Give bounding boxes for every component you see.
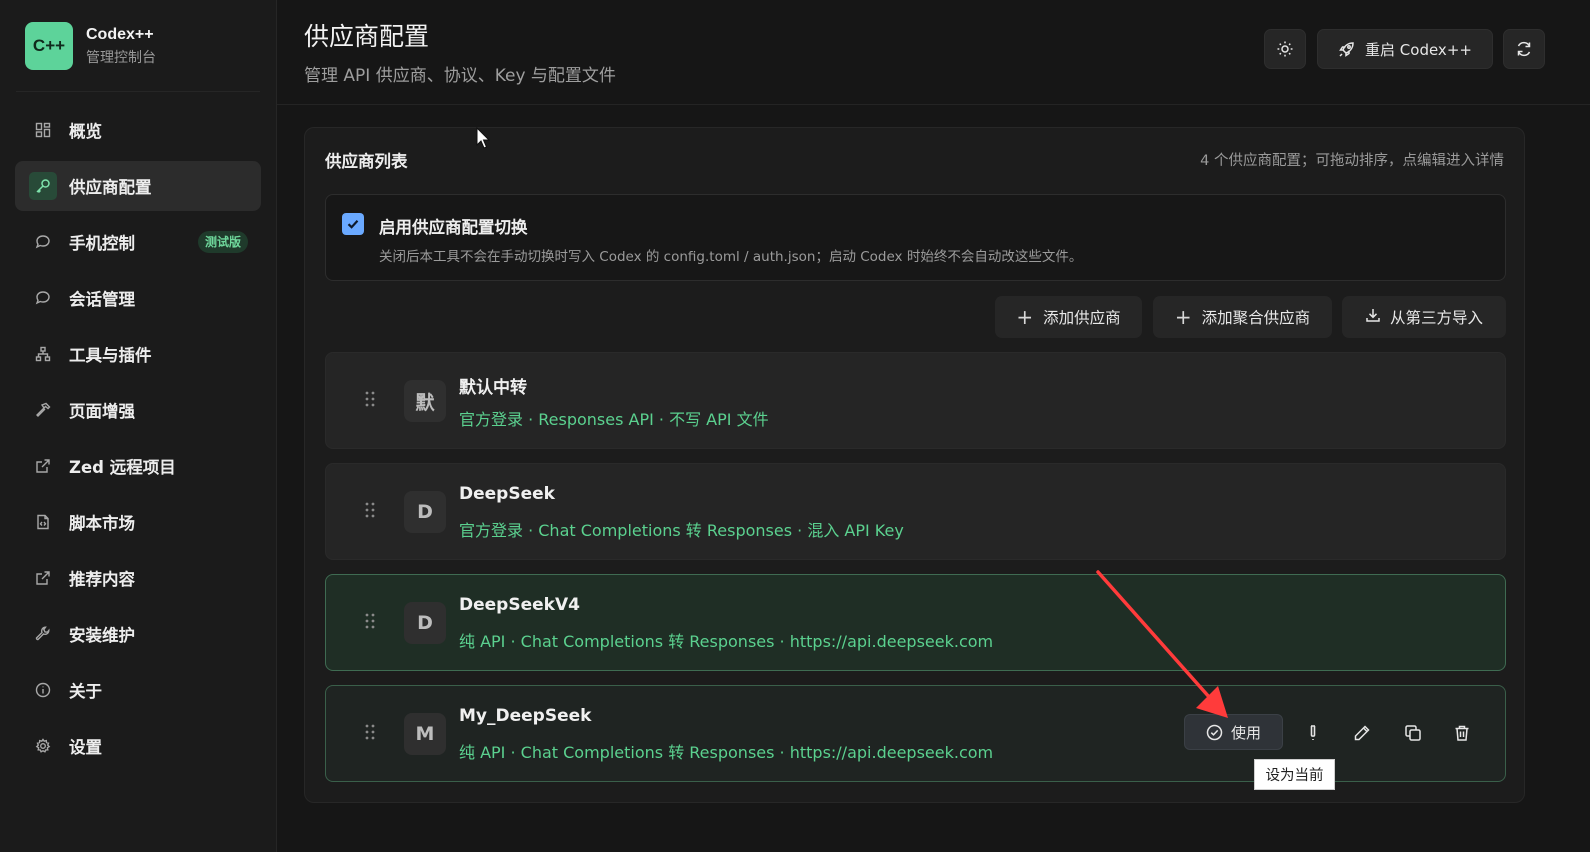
app-subtitle: 管理控制台: [86, 49, 156, 66]
sidebar-item-label: 关于: [69, 682, 102, 701]
app-title: Codex++: [86, 25, 154, 43]
sidebar-item-label: 设置: [69, 738, 102, 757]
sidebar-item-label: 页面增强: [69, 402, 135, 421]
drag-handle-icon[interactable]: [364, 613, 376, 629]
chat-bubble-icon: [33, 288, 53, 308]
plus-icon: +: [1174, 305, 1192, 329]
restart-button-label: 重启 Codex++: [1365, 40, 1472, 59]
sidebar-item-tools-plugins[interactable]: 工具与插件: [15, 329, 261, 379]
sidebar-item-label: 会话管理: [69, 290, 135, 309]
enable-switch-label[interactable]: 启用供应商配置切换: [379, 214, 528, 238]
grid-icon: [33, 120, 53, 140]
sidebar-item-page-enhance[interactable]: 页面增强: [15, 385, 261, 435]
enable-switch-description: 关闭后本工具不会在手动切换时写入 Codex 的 config.toml / a…: [379, 249, 1083, 265]
restart-button[interactable]: 重启 Codex++: [1317, 29, 1493, 69]
page-subtitle: 管理 API 供应商、协议、Key 与配置文件: [304, 66, 616, 86]
import-third-party-button[interactable]: 从第三方导入: [1342, 296, 1506, 338]
download-icon: [1365, 307, 1381, 327]
chat-bubble-icon: [33, 232, 53, 252]
sidebar-nav: 概览 供应商配置 手机控制 测试版 会话管理 工具与插件 页面增强 Zed 远程…: [15, 105, 261, 777]
drag-handle-icon[interactable]: [364, 502, 376, 518]
sun-icon: [1276, 40, 1294, 58]
provider-row[interactable]: 默 默认中转 官方登录 · Responses API · 不写 API 文件: [325, 352, 1506, 449]
wrench-icon: [33, 624, 53, 644]
drag-handle-icon[interactable]: [364, 391, 376, 407]
sidebar: C++ Codex++ 管理控制台 概览 供应商配置 手机控制 测试版 会话管理…: [0, 0, 277, 852]
beta-badge: 测试版: [197, 231, 248, 253]
gear-icon: [33, 736, 53, 756]
provider-description: 纯 API · Chat Completions 转 Responses · h…: [459, 632, 994, 651]
theme-toggle-button[interactable]: [1264, 29, 1306, 69]
sidebar-divider: [16, 91, 260, 92]
provider-description: 纯 API · Chat Completions 转 Responses · h…: [459, 743, 994, 762]
add-aggregate-label: 添加聚合供应商: [1201, 309, 1311, 327]
add-aggregate-provider-button[interactable]: + 添加聚合供应商: [1153, 296, 1332, 338]
sidebar-item-settings[interactable]: 设置: [15, 721, 261, 771]
provider-avatar: D: [404, 602, 446, 644]
sidebar-item-install-maintenance[interactable]: 安装维护: [15, 609, 261, 659]
sidebar-item-label: 供应商配置: [69, 178, 152, 197]
sidebar-item-overview[interactable]: 概览: [15, 105, 261, 155]
provider-list-panel: 供应商列表 4 个供应商配置；可拖动排序，点编辑进入详情 启用供应商配置切换 关…: [304, 127, 1525, 803]
add-provider-label: 添加供应商: [1043, 309, 1121, 327]
sidebar-item-label: 安装维护: [69, 626, 135, 645]
sidebar-item-sessions[interactable]: 会话管理: [15, 273, 261, 323]
sidebar-item-label: Zed 远程项目: [69, 458, 176, 477]
sidebar-item-label: 脚本市场: [69, 514, 135, 533]
refresh-button[interactable]: [1503, 29, 1545, 69]
test-icon[interactable]: [1302, 722, 1324, 744]
rocket-icon: [1338, 41, 1355, 58]
trash-icon[interactable]: [1451, 722, 1473, 744]
switch-toggle-section: 启用供应商配置切换 关闭后本工具不会在手动切换时写入 Codex 的 confi…: [325, 194, 1506, 281]
provider-avatar: M: [404, 713, 446, 755]
provider-description: 官方登录 · Chat Completions 转 Responses · 混入…: [459, 521, 904, 540]
mouse-cursor-icon: [476, 127, 491, 149]
panel-hint: 4 个供应商配置；可拖动排序，点编辑进入详情: [1200, 153, 1504, 169]
provider-avatar: 默: [404, 380, 446, 422]
sidebar-item-phone-control[interactable]: 手机控制 测试版: [15, 217, 261, 267]
import-label: 从第三方导入: [1389, 309, 1483, 327]
use-provider-label: 使用: [1230, 723, 1261, 742]
page-header: 供应商配置 管理 API 供应商、协议、Key 与配置文件 重启 Codex++: [277, 0, 1590, 105]
external-link-icon: [33, 456, 53, 476]
info-icon: [33, 680, 53, 700]
sidebar-item-label: 推荐内容: [69, 570, 135, 589]
sidebar-item-label: 工具与插件: [69, 346, 152, 365]
provider-name: DeepSeekV4: [459, 595, 580, 615]
edit-icon[interactable]: [1351, 722, 1373, 744]
hammer-icon: [33, 400, 53, 420]
provider-row-current[interactable]: D DeepSeekV4 纯 API · Chat Completions 转 …: [325, 574, 1506, 671]
provider-row[interactable]: D DeepSeek 官方登录 · Chat Completions 转 Res…: [325, 463, 1506, 560]
sidebar-item-zed-remote[interactable]: Zed 远程项目: [15, 441, 261, 491]
sidebar-item-label: 手机控制: [69, 234, 135, 253]
sidebar-item-script-market[interactable]: 脚本市场: [15, 497, 261, 547]
external-link-icon: [33, 568, 53, 588]
provider-name: 默认中转: [459, 378, 527, 398]
plus-icon: +: [1016, 305, 1034, 329]
file-code-icon: [33, 512, 53, 532]
provider-avatar: D: [404, 491, 446, 533]
set-current-tooltip: 设为当前: [1254, 759, 1335, 790]
provider-description: 官方登录 · Responses API · 不写 API 文件: [459, 410, 769, 429]
sidebar-item-label: 概览: [69, 122, 102, 141]
sidebar-item-providers[interactable]: 供应商配置: [15, 161, 261, 211]
sidebar-item-about[interactable]: 关于: [15, 665, 261, 715]
use-provider-button[interactable]: 使用: [1184, 714, 1283, 750]
sitemap-icon: [33, 344, 53, 364]
brand: C++ Codex++ 管理控制台: [25, 21, 265, 71]
check-circle-icon: [1206, 724, 1223, 740]
app-logo: C++: [25, 22, 73, 70]
drag-handle-icon[interactable]: [364, 724, 376, 740]
provider-name: My_DeepSeek: [459, 706, 592, 726]
enable-switch-checkbox[interactable]: [342, 213, 364, 235]
panel-title: 供应商列表: [325, 152, 408, 171]
copy-icon[interactable]: [1402, 722, 1424, 744]
page-title: 供应商配置: [304, 22, 430, 51]
provider-name: DeepSeek: [459, 484, 555, 504]
sidebar-item-recommended[interactable]: 推荐内容: [15, 553, 261, 603]
refresh-icon: [1515, 40, 1533, 58]
add-provider-button[interactable]: + 添加供应商: [995, 296, 1142, 338]
key-icon: [29, 172, 57, 200]
